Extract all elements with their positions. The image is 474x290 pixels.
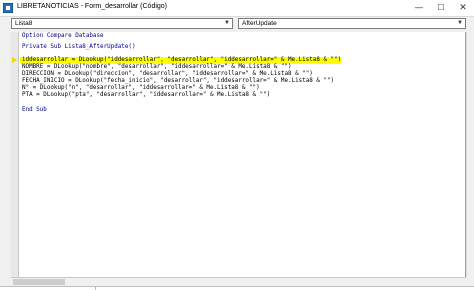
horizontal-scrollbar[interactable] bbox=[11, 277, 466, 286]
close-button[interactable]: ✕ bbox=[452, 0, 474, 16]
object-dropdown-value: Lista8 bbox=[15, 20, 33, 27]
window-title: LIBRETANOTICIAS - Form_desarrollar (Códi… bbox=[17, 3, 168, 10]
code-line[interactable]: DIRECCION = DLookup("direccion", "desarr… bbox=[22, 71, 313, 78]
vertical-scrollbar[interactable] bbox=[466, 32, 474, 277]
code-margin-indicator-bar[interactable] bbox=[11, 32, 19, 277]
code-editor[interactable]: Option Compare Database Private Sub List… bbox=[19, 32, 466, 277]
object-dropdown[interactable]: Lista8 ▼ bbox=[11, 18, 233, 29]
access-app-icon bbox=[3, 3, 13, 13]
code-selectors-bar: Lista8 ▼ AfterUpdate ▼ bbox=[0, 17, 474, 31]
code-line[interactable]: N° = DLookup("n", "desarrollar", "iddesa… bbox=[22, 85, 260, 92]
vba-editor-window: LIBRETANOTICIAS - Form_desarrollar (Códi… bbox=[0, 0, 474, 290]
code-line[interactable]: FECHA_INICIO = DLookup("fecha_inicio", "… bbox=[22, 78, 334, 85]
status-bar bbox=[0, 286, 474, 290]
code-line[interactable]: Option Compare Database bbox=[22, 33, 104, 40]
chevron-down-icon[interactable]: ▼ bbox=[455, 19, 465, 28]
code-line[interactable]: PTA = DLookup("pta", "desarrollar", "idd… bbox=[22, 92, 270, 99]
code-line-highlighted[interactable]: iddesarrollar = DLookup("iddesarrollar",… bbox=[20, 57, 342, 64]
code-line[interactable]: NOMBRE = DLookup("nombre", "desarrollar"… bbox=[22, 64, 292, 71]
procedure-dropdown[interactable]: AfterUpdate ▼ bbox=[238, 18, 466, 29]
code-line[interactable]: Private Sub Lista8_AfterUpdate() bbox=[22, 44, 136, 51]
title-bar: LIBRETANOTICIAS - Form_desarrollar (Códi… bbox=[0, 0, 474, 17]
maximize-button[interactable]: ☐ bbox=[430, 0, 452, 16]
minimize-button[interactable]: — bbox=[408, 0, 430, 16]
chevron-down-icon[interactable]: ▼ bbox=[222, 19, 232, 28]
code-line[interactable]: End Sub bbox=[22, 107, 47, 114]
horizontal-scrollbar-thumb[interactable] bbox=[13, 279, 65, 285]
procedure-dropdown-value: AfterUpdate bbox=[242, 20, 277, 27]
execution-pointer-icon bbox=[12, 57, 17, 63]
